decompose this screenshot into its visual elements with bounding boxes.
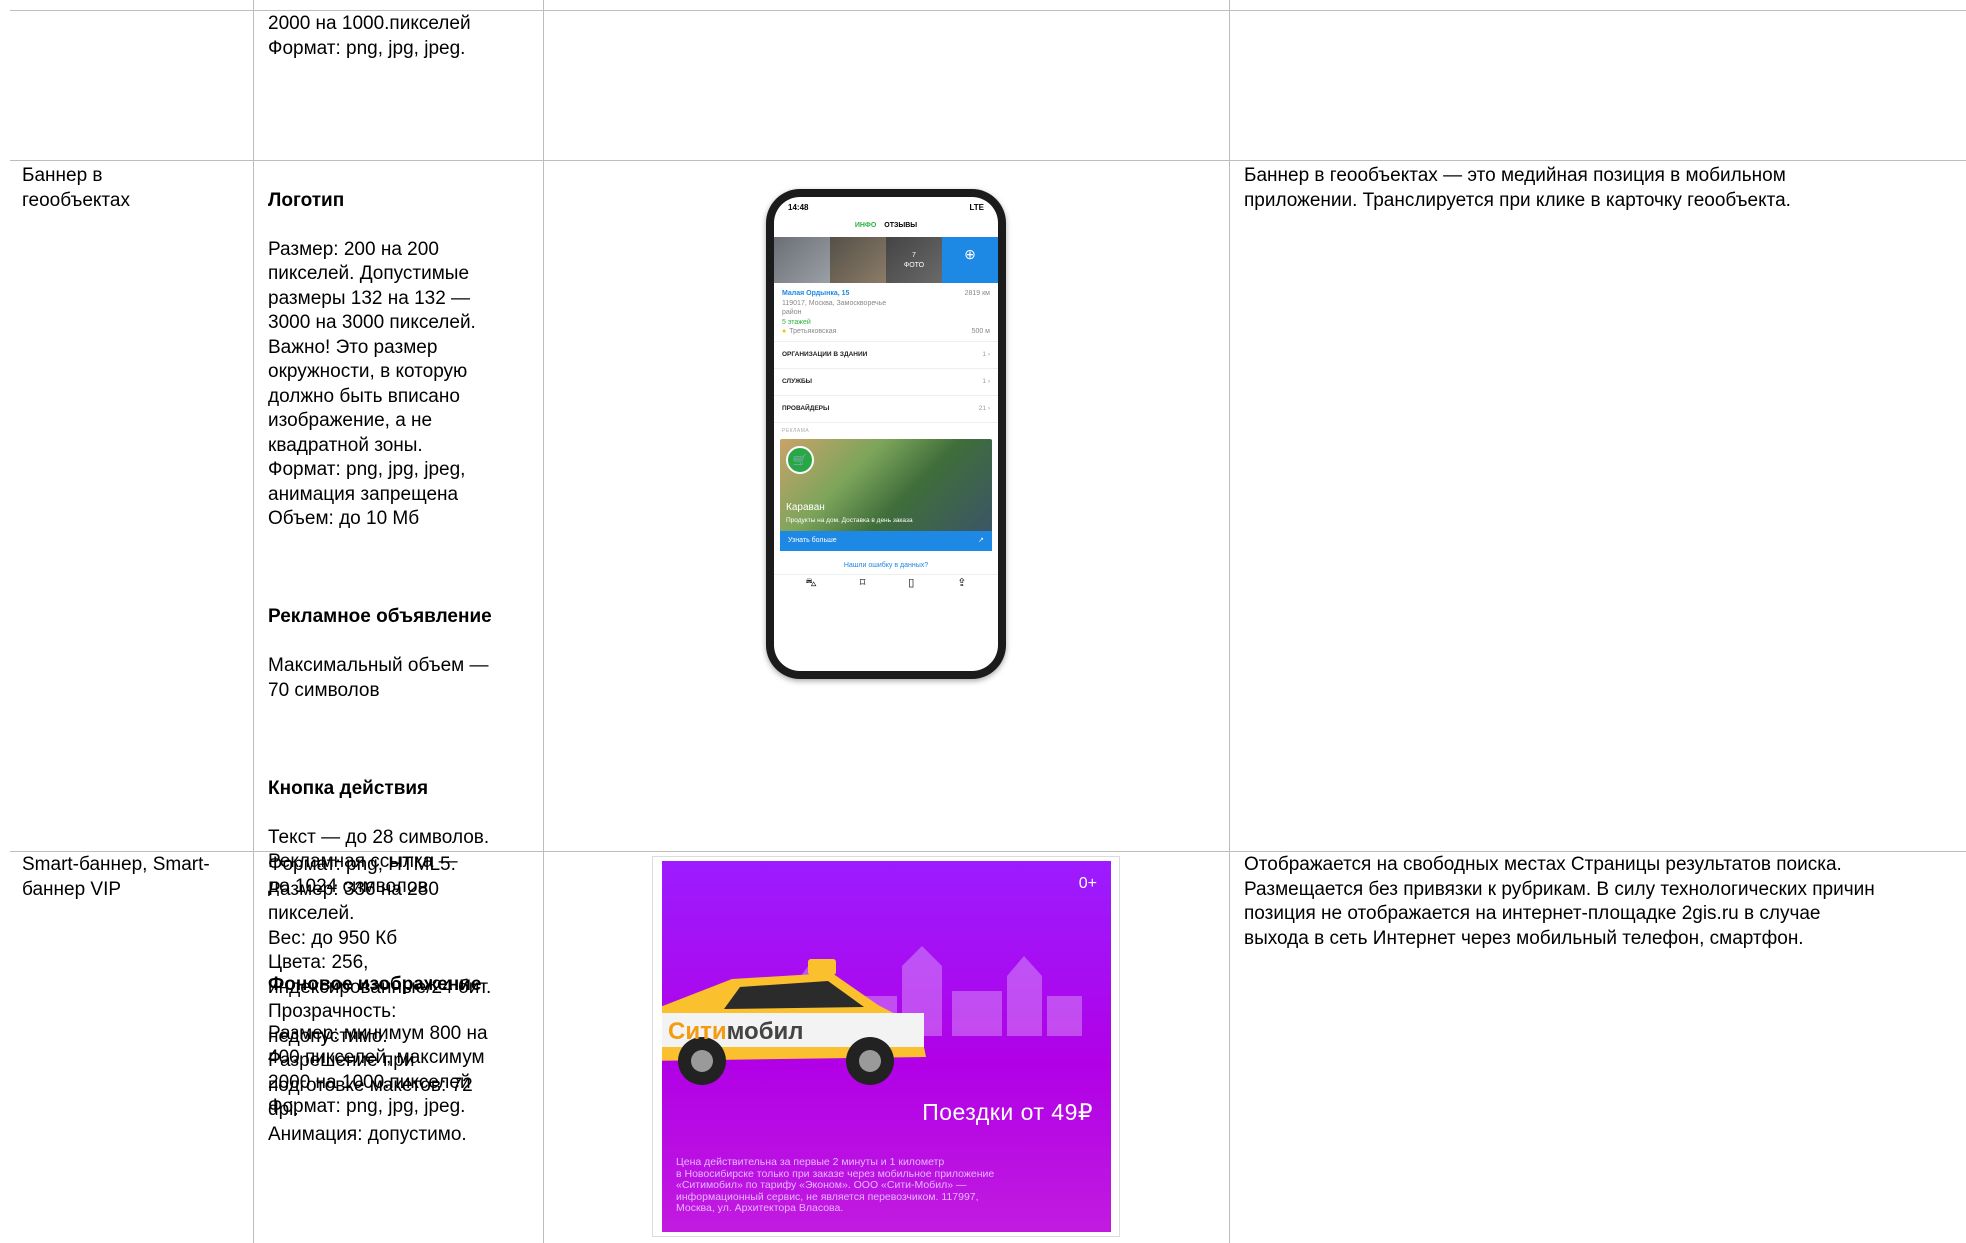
report-error-link[interactable]: Нашли ошибку в данных? (774, 551, 998, 574)
chevron-right-icon: › (987, 350, 990, 358)
status-time: 14:48 (788, 203, 809, 212)
list-item[interactable]: СЛУЖБЫ 1 › (774, 369, 998, 396)
row1-description: Баннер в геообъектах — это медийная пози… (1244, 165, 1791, 211)
address-distance: 2819 км (964, 290, 990, 297)
metro-distance: 500 м (971, 328, 990, 335)
bookmark-icon[interactable]: ⌑ (860, 577, 866, 588)
ad-subtitle: Продукты на дом. Доставка в день заказа (786, 516, 913, 524)
table-border (253, 0, 254, 1243)
list-item-label: ОРГАНИЗАЦИИ В ЗДАНИИ (782, 350, 868, 358)
bottom-bar: ⛍ ⌑ ▯ ⇪ (774, 573, 998, 591)
row2-name: Smart-баннер, Smart- баннер VIP (22, 854, 210, 900)
row2-description: Отображается на свободных местах Страниц… (1244, 854, 1875, 949)
phone-screen: 14:48 LTE ИНФО ОТЗЫВЫ 7 ФОТО ⊕ Малая Орд… (774, 197, 998, 671)
table-border (1229, 0, 1230, 1243)
ad-image[interactable]: 🛒 Караван Продукты на дом. Доставка в де… (780, 438, 992, 531)
spec-table: 2000 на 1000.пикселей Формат: png, jpg, … (0, 0, 1966, 1243)
logo-title: Логотип (268, 189, 345, 211)
photo-thumb[interactable] (830, 237, 886, 283)
table-border (10, 10, 1966, 11)
card-tabs: ИНФО ОТЗЫВЫ (774, 219, 998, 237)
metro-station: Третьяковская (782, 327, 836, 337)
list-item-count: 1 (982, 377, 987, 385)
photo-thumb[interactable] (774, 237, 830, 283)
photo-count[interactable]: 7 ФОТО (886, 237, 942, 283)
route-icon[interactable]: ⛍ (805, 577, 816, 588)
svg-text:Ситимобил: Ситимобил (668, 1018, 804, 1045)
tab-info[interactable]: ИНФО (855, 222, 877, 229)
banner-creative: 0+ Ситимобил Поездки от 49₽ Цена действи… (662, 861, 1111, 1232)
row2-specs: Формат: png, HTML5. Размер: 336 на 280 п… (268, 854, 492, 1145)
address-title: Малая Ордынка, 15 (782, 290, 850, 297)
add-photo-icon[interactable]: ⊕ (942, 237, 998, 283)
table-border (10, 160, 1966, 161)
chevron-right-icon: › (987, 404, 990, 412)
brand-part-b: мобил (727, 1018, 804, 1045)
share-icon[interactable]: ⇪ (957, 577, 966, 588)
smart-banner-example: 0+ Ситимобил Поездки от 49₽ Цена действи… (652, 856, 1120, 1237)
list-item-count: 1 (982, 350, 987, 358)
tab-reviews[interactable]: ОТЗЫВЫ (884, 222, 917, 229)
banner-fine-print: Цена действительна за первые 2 минуты и … (676, 1156, 995, 1214)
list-item-label: ПРОВАЙДЕРЫ (782, 404, 830, 412)
banner-headline: Поездки от 49₽ (922, 1099, 1093, 1125)
cart-icon: 🛒 (786, 445, 814, 474)
taxi-car: Ситимобил (662, 959, 926, 1085)
age-rating: 0+ (1078, 875, 1097, 892)
entrance-icon[interactable]: ▯ (908, 577, 914, 588)
ad-text: Максимальный объем — 70 символов (268, 655, 489, 701)
list-item-label: СЛУЖБЫ (782, 377, 813, 385)
table-border (543, 0, 544, 1243)
chevron-right-icon: › (987, 377, 990, 385)
row1-name: Баннер в геообъектах (22, 165, 130, 211)
ad-name: Караван (786, 501, 825, 513)
photo-strip: 7 ФОТО ⊕ (774, 237, 998, 283)
logo-text: Размер: 200 на 200 пикселей. Допустимые … (268, 238, 476, 530)
status-signal: LTE (969, 203, 984, 212)
brand-part-a: Сити (668, 1018, 727, 1045)
status-bar: 14:48 LTE (774, 197, 998, 219)
external-link-icon: ↗ (978, 536, 984, 544)
address-block: Малая Ордынка, 15 2819 км 119017, Москва… (774, 283, 998, 342)
ad-cta-button[interactable]: Узнать больше ↗ (780, 530, 992, 551)
address-line: 119017, Москва, Замоскворечье район (782, 299, 887, 317)
list-item[interactable]: ОРГАНИЗАЦИИ В ЗДАНИИ 1 › (774, 342, 998, 369)
button-title: Кнопка действия (268, 777, 429, 799)
ad-title: Рекламное объявление (268, 606, 492, 627)
list-item-count: 21 (978, 404, 987, 412)
floors: 5 этажей (782, 318, 811, 326)
ad-cta-label: Узнать больше (788, 536, 837, 544)
ad-label: РЕКЛАМА (782, 427, 810, 434)
phone-mockup: 14:48 LTE ИНФО ОТЗЫВЫ 7 ФОТО ⊕ Малая Орд… (766, 189, 1006, 679)
row0-specs: 2000 на 1000.пикселей Формат: png, jpg, … (268, 13, 471, 59)
list-item[interactable]: ПРОВАЙДЕРЫ 21 › (774, 396, 998, 423)
